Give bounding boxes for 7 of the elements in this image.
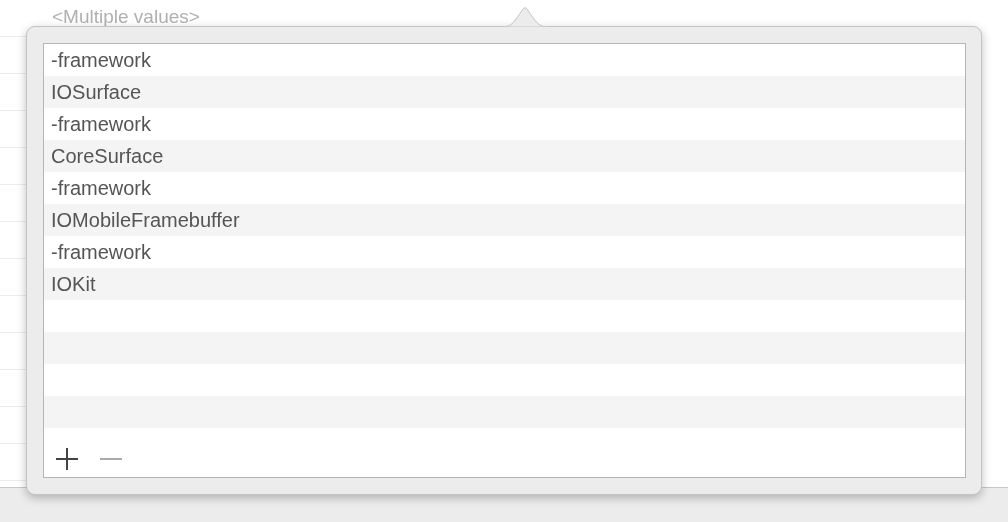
list-item[interactable]: CoreSurface bbox=[44, 140, 965, 172]
plus-icon bbox=[56, 448, 78, 470]
list-item[interactable]: IOMobileFramebuffer bbox=[44, 204, 965, 236]
minus-icon bbox=[100, 458, 122, 460]
add-button[interactable] bbox=[56, 448, 78, 470]
list-item[interactable]: IOKit bbox=[44, 268, 965, 300]
list-item[interactable]: IOSurface bbox=[44, 76, 965, 108]
